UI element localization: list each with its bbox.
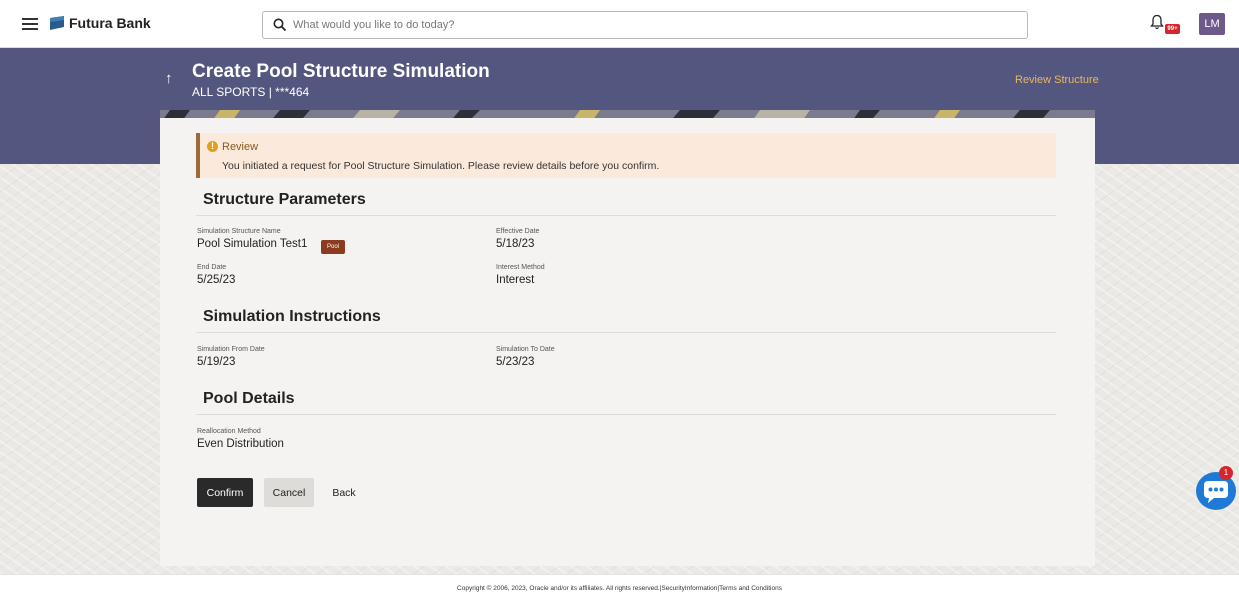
page-title: Create Pool Structure Simulation (192, 61, 490, 82)
simulation-to-date-label: Simulation To Date (496, 346, 555, 353)
cancel-button[interactable]: Cancel (264, 478, 314, 507)
brand-name[interactable]: Futura Bank (69, 15, 151, 31)
hamburger-menu-icon[interactable] (22, 18, 38, 30)
review-structure-link[interactable]: Review Structure (1015, 74, 1099, 86)
effective-date-value: 5/18/23 (496, 238, 535, 250)
review-alert: ! Review You initiated a request for Poo… (196, 133, 1056, 178)
section-divider (196, 332, 1056, 333)
section-divider (196, 414, 1056, 415)
simulation-to-date-value: 5/23/23 (496, 356, 535, 368)
avatar[interactable]: LM (1199, 13, 1225, 35)
review-card: ! Review You initiated a request for Poo… (160, 118, 1095, 566)
end-date-value: 5/25/23 (197, 274, 236, 286)
section-divider (196, 215, 1056, 216)
simulation-structure-name-value: Pool Simulation Test1 (197, 238, 308, 250)
info-icon: ! (207, 141, 218, 152)
notification-badge: 99+ (1165, 24, 1180, 34)
pool-tag: Pool (321, 240, 345, 254)
bank-logo-icon (50, 16, 64, 30)
alert-message: You initiated a request for Pool Structu… (222, 160, 660, 172)
alert-title: Review (222, 141, 259, 153)
section-title-simulation-instructions: Simulation Instructions (203, 308, 381, 325)
simulation-structure-name-label: Simulation Structure Name (197, 228, 281, 235)
search-icon (273, 18, 287, 32)
footer: Copyright © 2006, 2023, Oracle and/or it… (0, 574, 1239, 611)
confirm-button[interactable]: Confirm (197, 478, 253, 507)
interest-method-label: Interest Method (496, 264, 545, 271)
interest-method-value: Interest (496, 274, 535, 286)
simulation-from-date-label: Simulation From Date (197, 346, 265, 353)
footer-text: Copyright © 2006, 2023, Oracle and/or it… (457, 585, 782, 592)
top-header: Futura Bank 99+ LM (0, 0, 1239, 48)
search-box[interactable] (262, 11, 1028, 39)
bell-icon[interactable] (1150, 14, 1164, 30)
chat-badge: 1 (1219, 466, 1233, 480)
search-input[interactable] (293, 16, 993, 34)
simulation-from-date-value: 5/19/23 (197, 356, 236, 368)
effective-date-label: Effective Date (496, 228, 540, 235)
end-date-label: End Date (197, 264, 227, 271)
page-subtitle: ALL SPORTS | ***464 (192, 85, 310, 99)
back-button[interactable]: Back (328, 478, 360, 507)
reallocation-method-value: Even Distribution (197, 438, 284, 450)
section-title-pool-details: Pool Details (203, 390, 295, 407)
section-title-structure-parameters: Structure Parameters (203, 191, 366, 208)
arrow-up-icon[interactable]: ↑ (165, 70, 173, 87)
reallocation-method-label: Reallocation Method (197, 428, 261, 435)
